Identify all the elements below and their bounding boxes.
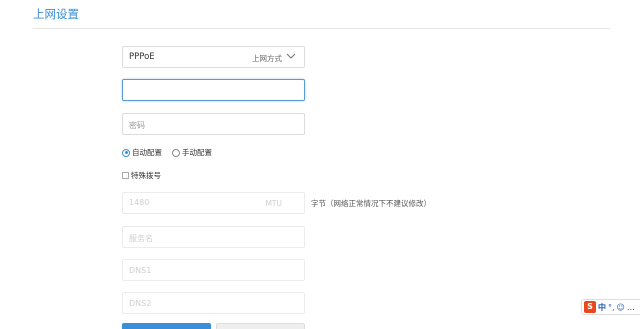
connection-type-value: PPPoE (129, 52, 155, 62)
special-dial-label[interactable]: 特殊拨号 (131, 170, 161, 181)
special-dial-group: 特殊拨号 (122, 170, 161, 181)
auto-config-radio[interactable] (122, 148, 130, 157)
ime-language-toggle[interactable]: 中 (598, 302, 606, 313)
sogou-icon[interactable]: S (584, 301, 596, 313)
emoji-icon[interactable]: ☺ (617, 303, 625, 312)
page-title: 上网设置 (33, 7, 79, 21)
dns1-placeholder: DNS1 (129, 266, 152, 275)
service-name-input[interactable]: 服务名 (122, 226, 305, 248)
mtu-unit-label: MTU (265, 199, 282, 208)
more-icon[interactable]: … (627, 303, 635, 312)
mtu-value: 1480 (129, 198, 150, 207)
username-input[interactable] (122, 79, 305, 101)
auto-config-label[interactable]: 自动配置 (132, 147, 162, 158)
save-button[interactable] (122, 323, 211, 329)
config-mode-group: 自动配置 手动配置 (122, 147, 222, 158)
password-placeholder: 密码 (129, 121, 145, 130)
manual-config-radio[interactable] (172, 148, 180, 157)
service-name-placeholder: 服务名 (129, 234, 153, 243)
special-dial-checkbox[interactable] (122, 172, 129, 179)
connection-type-select[interactable]: PPPoE 上网方式 (122, 46, 305, 68)
dns2-input[interactable]: DNS2 (122, 292, 305, 314)
mtu-hint: 字节（网络正常情况下不建议修改） (311, 199, 431, 208)
mtu-input[interactable]: 1480 MTU (122, 192, 305, 214)
manual-config-label[interactable]: 手动配置 (182, 147, 212, 158)
ime-toolbar[interactable]: S 中 °, ☺ … (581, 299, 640, 315)
chevron-down-icon (286, 53, 296, 59)
dns1-input[interactable]: DNS1 (122, 259, 305, 281)
password-input[interactable]: 密码 (122, 113, 305, 135)
punctuation-icon[interactable]: °, (608, 303, 615, 312)
dns2-placeholder: DNS2 (129, 299, 152, 308)
title-divider (33, 28, 610, 29)
cancel-button[interactable] (216, 323, 305, 329)
connection-type-mode-label: 上网方式 (252, 54, 282, 63)
